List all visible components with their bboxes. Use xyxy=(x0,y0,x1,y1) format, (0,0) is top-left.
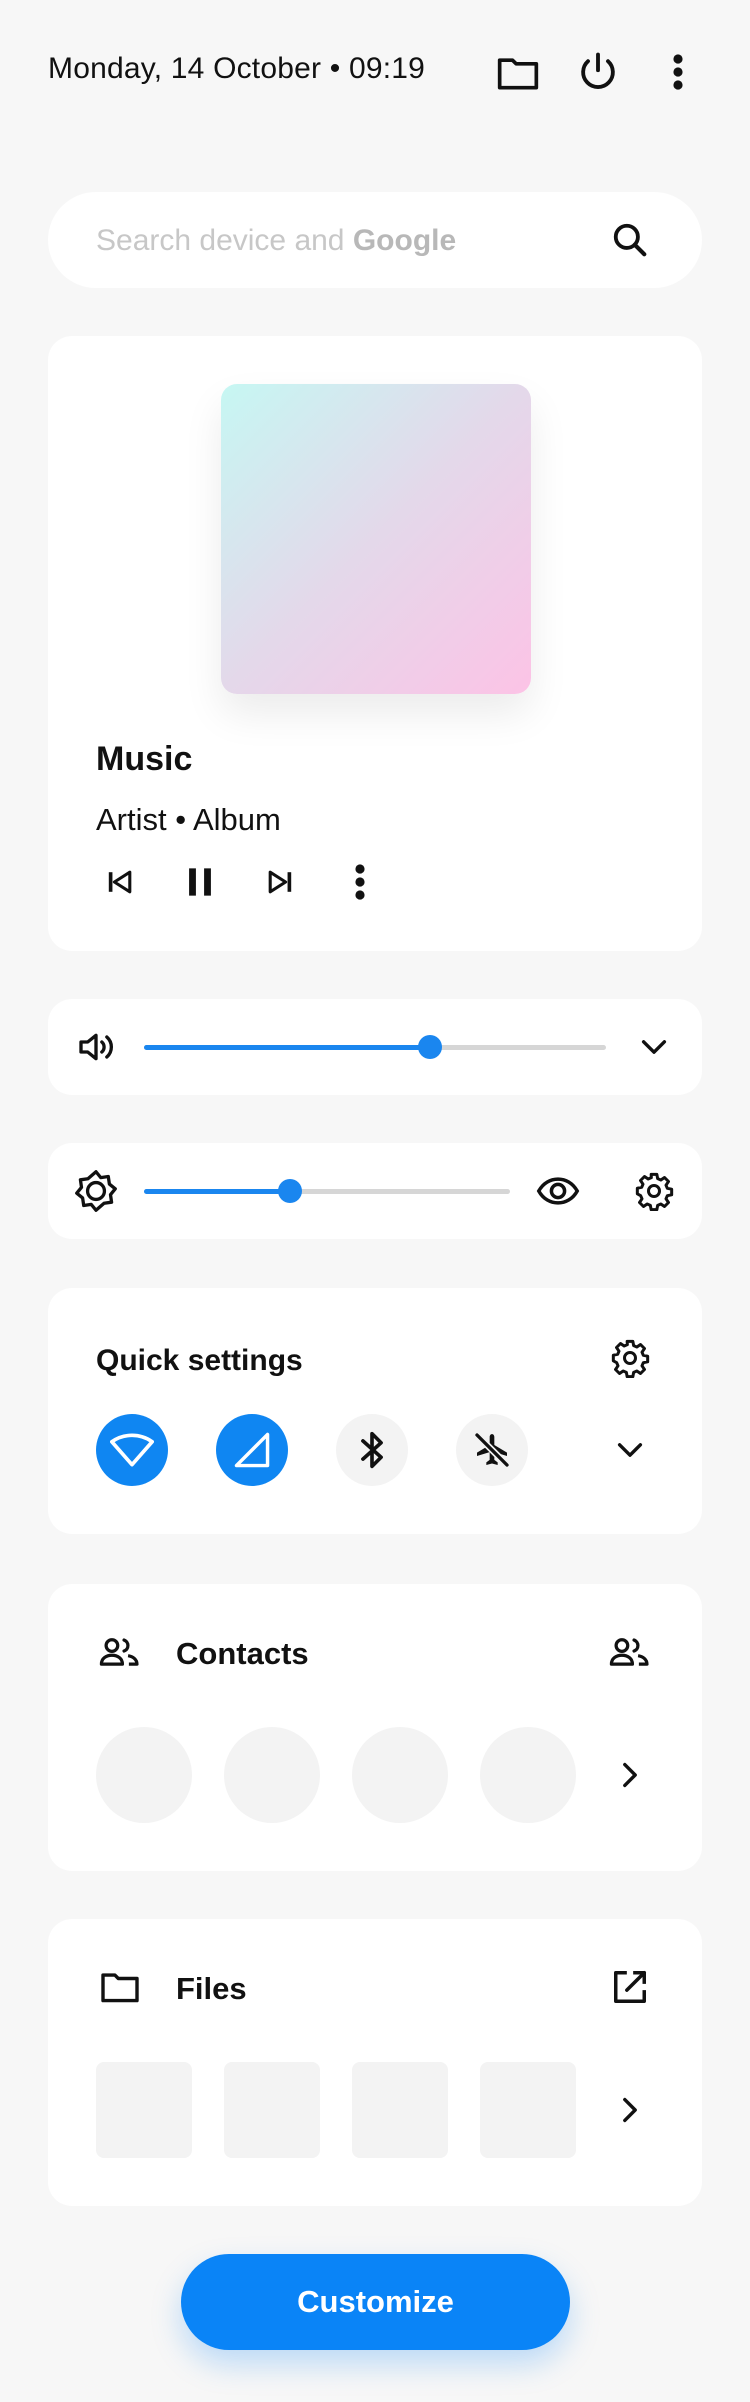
folder-icon xyxy=(96,1963,144,2011)
header-datetime: Monday, 14 October • 09:19 xyxy=(48,52,426,85)
quick-settings-expand-icon[interactable] xyxy=(606,1426,654,1474)
music-subtitle: Artist • Album xyxy=(96,802,281,837)
contacts-more-chevron-icon[interactable] xyxy=(606,1751,654,1799)
search-input[interactable]: Search device and Google xyxy=(96,224,456,258)
more-vert-icon[interactable] xyxy=(654,48,702,96)
bluetooth-toggle[interactable] xyxy=(336,1414,408,1486)
eye-icon[interactable] xyxy=(534,1167,582,1215)
gear-icon[interactable] xyxy=(630,1167,678,1215)
files-more-chevron-icon[interactable] xyxy=(606,2086,654,2134)
volume-slider-fill xyxy=(144,1045,430,1050)
search-placeholder-text: Search device and xyxy=(96,224,353,257)
airplane-mode-toggle[interactable] xyxy=(456,1414,528,1486)
customize-button[interactable]: Customize xyxy=(181,2254,570,2350)
pause-icon[interactable] xyxy=(176,858,224,906)
file-thumbnail[interactable] xyxy=(480,2062,576,2158)
contacts-title: Contacts xyxy=(176,1636,309,1671)
signal-icon xyxy=(234,1432,270,1468)
search-icon[interactable] xyxy=(606,216,654,264)
contact-avatar[interactable] xyxy=(96,1727,192,1823)
search-placeholder-brand: Google xyxy=(352,224,457,257)
folder-icon[interactable] xyxy=(494,50,542,96)
wifi-icon xyxy=(110,1433,154,1467)
bluetooth-icon xyxy=(361,1431,383,1469)
file-thumbnail[interactable] xyxy=(352,2062,448,2158)
contacts-card: Contacts xyxy=(48,1584,702,1871)
chevron-down-icon[interactable] xyxy=(630,1023,678,1071)
music-card: Music Artist • Album xyxy=(48,336,702,951)
brightness-slider-fill xyxy=(144,1189,290,1194)
brightness-card xyxy=(48,1143,702,1239)
power-icon[interactable] xyxy=(574,48,622,96)
music-title: Music xyxy=(96,740,193,778)
album-art[interactable] xyxy=(221,384,531,694)
music-more-icon[interactable] xyxy=(336,858,384,906)
contact-avatar[interactable] xyxy=(224,1727,320,1823)
skip-previous-icon[interactable] xyxy=(96,858,144,906)
brightness-slider-thumb[interactable] xyxy=(278,1179,302,1203)
manage-contacts-icon[interactable] xyxy=(606,1628,654,1676)
search-bar[interactable]: Search device and Google xyxy=(48,192,702,288)
file-thumbnail[interactable] xyxy=(224,2062,320,2158)
airplane-off-icon xyxy=(474,1432,510,1468)
contact-avatar[interactable] xyxy=(480,1727,576,1823)
file-thumbnail[interactable] xyxy=(96,2062,192,2158)
quick-settings-gear-icon[interactable] xyxy=(606,1334,654,1382)
volume-card xyxy=(48,999,702,1095)
volume-slider-thumb[interactable] xyxy=(418,1035,442,1059)
quick-settings-card: Quick settings xyxy=(48,1288,702,1534)
mobile-data-toggle[interactable] xyxy=(216,1414,288,1486)
volume-icon[interactable] xyxy=(72,1023,120,1071)
skip-next-icon[interactable] xyxy=(256,858,304,906)
contacts-icon xyxy=(96,1628,144,1676)
wifi-toggle[interactable] xyxy=(96,1414,168,1486)
contact-avatar[interactable] xyxy=(352,1727,448,1823)
open-external-icon[interactable] xyxy=(606,1963,654,2011)
files-title: Files xyxy=(176,1971,247,2006)
quick-settings-title: Quick settings xyxy=(96,1344,303,1377)
brightness-icon[interactable] xyxy=(72,1167,120,1215)
files-card: Files xyxy=(48,1919,702,2206)
